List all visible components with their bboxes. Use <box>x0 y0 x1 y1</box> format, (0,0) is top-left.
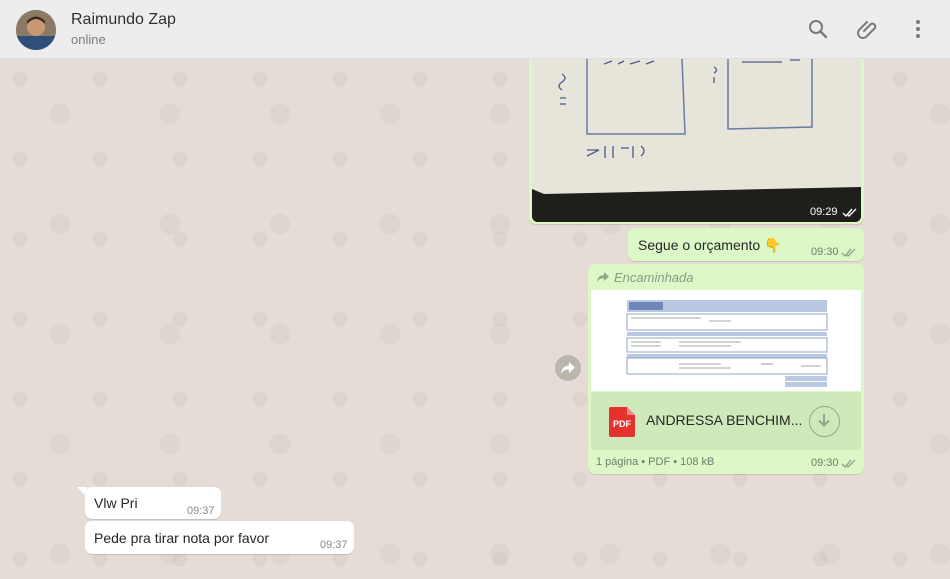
document-preview[interactable] <box>591 290 861 391</box>
message-bubble-incoming[interactable]: Pede pra tirar nota por favor 09:37 <box>85 521 354 554</box>
double-check-icon <box>841 459 856 469</box>
contact-name: Raimundo Zap <box>71 11 176 28</box>
message-timestamp: 09:37 <box>320 539 348 551</box>
download-icon <box>818 414 830 427</box>
bubble-tail <box>77 487 87 497</box>
contact-avatar[interactable] <box>16 10 56 50</box>
message-bubble-incoming[interactable]: Vlw Pri 09:37 <box>85 487 221 519</box>
contact-status: online <box>71 32 106 47</box>
message-timestamp: 09:30 <box>811 457 839 469</box>
forwarded-label: Encaminhada <box>614 270 694 285</box>
forward-button[interactable] <box>555 355 581 381</box>
double-check-icon <box>841 248 856 258</box>
document-file-row[interactable]: PDF ANDRESSA BENCHIM... <box>591 392 861 450</box>
message-timestamp: 09:37 <box>187 505 215 517</box>
pdf-badge-label: PDF <box>613 419 631 429</box>
forward-icon <box>561 362 575 374</box>
document-meta: 1 página • PDF • 108 kB <box>596 456 715 468</box>
message-list[interactable]: 09:29 Segue o orçamento 👇 09:30 Encaminh… <box>0 59 950 579</box>
chat-header: Raimundo Zap online <box>0 0 950 59</box>
double-check-icon <box>842 208 857 218</box>
pdf-icon: PDF <box>609 407 635 437</box>
document-message[interactable]: Encaminhada PDF ANDRESSA BENCHIM... 1 pá… <box>588 264 864 474</box>
photo-timestamp: 09:29 <box>810 206 838 218</box>
photo-image[interactable]: 09:29 <box>532 59 861 222</box>
attach-icon[interactable] <box>856 17 880 41</box>
download-button[interactable] <box>809 406 840 437</box>
search-icon[interactable] <box>806 17 830 41</box>
photo-message[interactable]: 09:29 <box>529 59 864 224</box>
message-text: Segue o orçamento 👇 <box>638 237 782 253</box>
forwarded-icon <box>597 272 609 282</box>
document-file-name: ANDRESSA BENCHIM... <box>646 412 803 428</box>
message-bubble-outgoing[interactable]: Segue o orçamento 👇 09:30 <box>628 228 864 261</box>
message-text: Pede pra tirar nota por favor <box>94 530 270 546</box>
contact-info[interactable]: Raimundo Zap online <box>71 11 176 47</box>
message-timestamp: 09:30 <box>811 246 839 258</box>
message-text: Vlw Pri <box>94 495 138 511</box>
menu-icon[interactable] <box>906 17 930 41</box>
